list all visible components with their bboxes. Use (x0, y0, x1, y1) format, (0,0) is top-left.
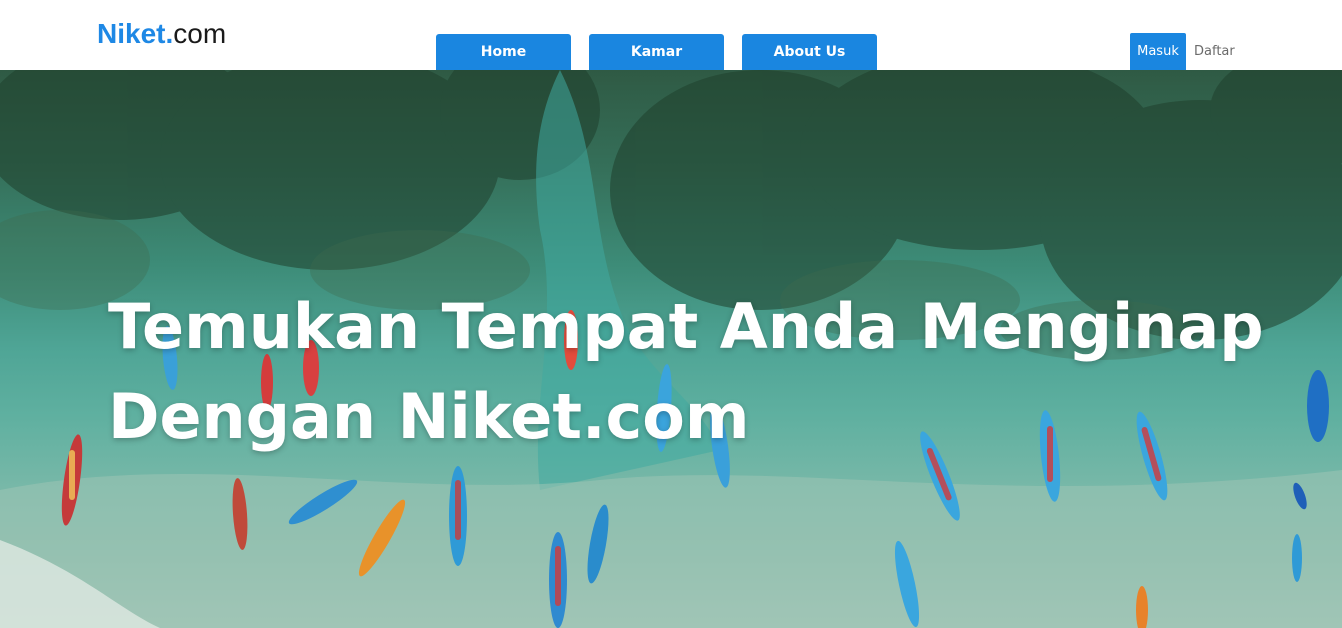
nav-home-button[interactable]: Home (436, 34, 571, 70)
register-link[interactable]: Daftar (1194, 33, 1235, 70)
navbar: Niket.com Home Kamar About Us Masuk Daft… (0, 0, 1342, 70)
hero-title-line2: Dengan Niket.com (108, 380, 750, 453)
site-logo[interactable]: Niket.com (97, 18, 226, 50)
hero-banner: Temukan Tempat Anda Menginap Dengan Nike… (0, 70, 1342, 628)
logo-brand: Niket (97, 18, 166, 49)
nav-about-us-button[interactable]: About Us (742, 34, 877, 70)
login-button[interactable]: Masuk (1130, 33, 1186, 70)
hero-title: Temukan Tempat Anda Menginap Dengan Nike… (108, 282, 1308, 462)
nav-kamar-button[interactable]: Kamar (589, 34, 724, 70)
hero-title-line1: Temukan Tempat Anda Menginap (108, 290, 1264, 363)
logo-tld: com (173, 18, 227, 49)
